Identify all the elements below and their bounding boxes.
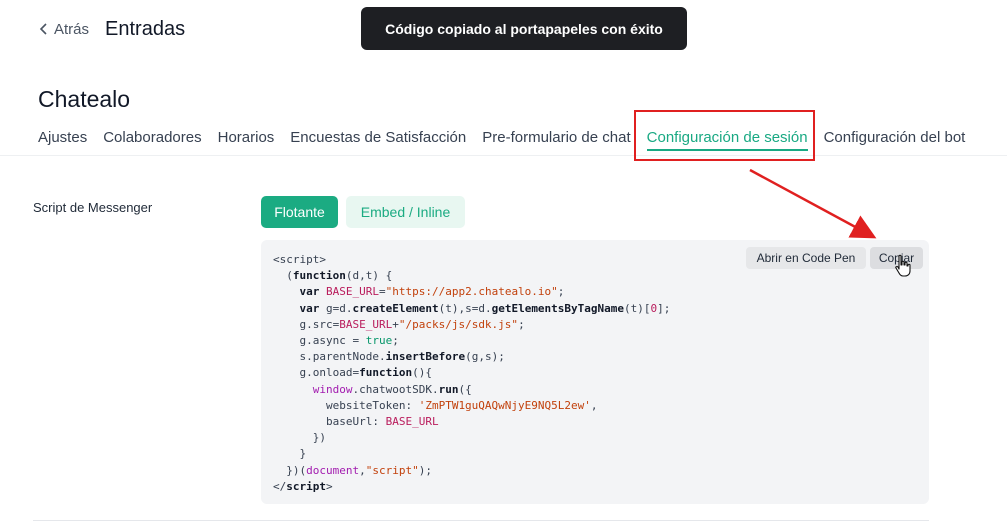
toast-message: Código copiado al portapapeles con éxito xyxy=(385,20,663,37)
inbox-title: Chatealo xyxy=(38,86,131,112)
code-base-url: "https://app2.chatealo.io" xyxy=(385,285,558,299)
back-button[interactable]: Atrás xyxy=(38,21,89,38)
code-website-token: 'ZmPTW1guQAQwNjyE9NQ5L2ew' xyxy=(418,398,591,412)
page-header: Atrás Entradas xyxy=(38,17,185,41)
tab-horarios[interactable]: Horarios xyxy=(218,125,275,155)
tab-colaboradores[interactable]: Colaboradores xyxy=(103,125,201,155)
page-title: Entradas xyxy=(105,17,186,40)
tab-pre-formulario[interactable]: Pre-formulario de chat xyxy=(482,125,630,155)
script-section-label: Script de Messenger xyxy=(33,200,153,215)
settings-tabs: Ajustes Colaboradores Horarios Encuestas… xyxy=(38,125,981,155)
tab-configuracion-bot[interactable]: Configuración del bot xyxy=(824,125,966,155)
code-block: <script> (function(d,t) { var BASE_URL="… xyxy=(261,240,929,504)
script-code: <script> (function(d,t) { var BASE_URL="… xyxy=(273,253,671,493)
tab-ajustes[interactable]: Ajustes xyxy=(38,125,87,155)
embed-inline-button[interactable]: Embed / Inline xyxy=(346,196,465,228)
tab-encuestas[interactable]: Encuestas de Satisfacción xyxy=(290,125,466,155)
tabs-divider xyxy=(0,155,1007,156)
flotante-button[interactable]: Flotante xyxy=(261,196,338,228)
toast-notification: Código copiado al portapapeles con éxito xyxy=(361,7,687,50)
code-sdk-path: "/packs/js/sdk.js" xyxy=(398,317,519,331)
annotation-highlight-box xyxy=(634,110,815,161)
open-codepen-button[interactable]: Abrir en Code Pen xyxy=(746,247,866,269)
hand-cursor-icon xyxy=(895,254,911,277)
section-divider xyxy=(33,520,929,521)
chevron-left-icon xyxy=(39,23,47,35)
back-label: Atrás xyxy=(54,20,90,38)
